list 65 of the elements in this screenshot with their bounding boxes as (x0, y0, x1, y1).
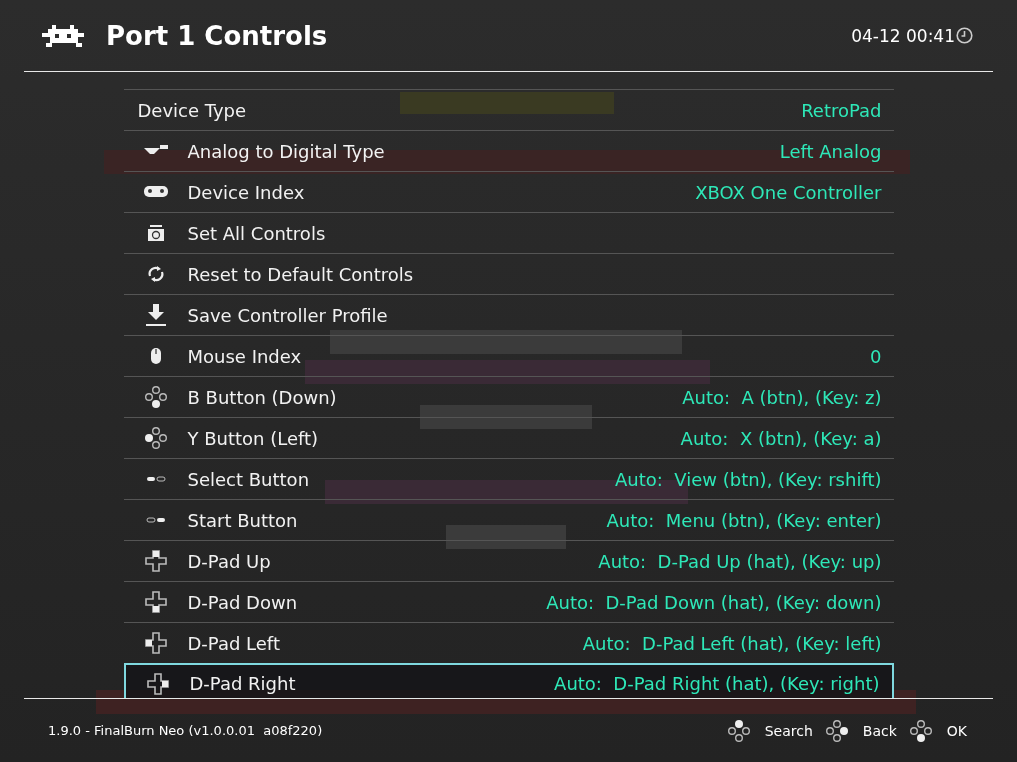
item-label: Set All Controls (187, 222, 326, 244)
item-label: D-Pad Left (187, 632, 280, 654)
item-value: Auto: View (btn), (Key: rshift) (614, 468, 882, 490)
dpad-icon (143, 590, 168, 614)
menu-item[interactable]: Save Controller Profile (123, 294, 894, 335)
gamepad-icon (142, 184, 169, 200)
item-value: Auto: Menu (btn), (Key: enter) (606, 509, 882, 531)
menu-item[interactable]: Mouse Index 0 (123, 335, 894, 376)
item-value: Auto: X (btn), (Key: a) (680, 427, 882, 449)
item-label: D-Pad Right (189, 673, 296, 694)
item-value: Auto: D-Pad Left (hat), (Key: left) (582, 632, 882, 654)
item-label: Save Controller Profile (187, 304, 388, 326)
hint-label: Search (764, 722, 813, 739)
item-label: D-Pad Up (187, 550, 271, 572)
menu-item[interactable]: Start Button Auto: Menu (btn), (Key: enter) (123, 499, 894, 540)
item-label: Y Button (Left) (187, 427, 319, 449)
gamepad-buttons-icon (143, 426, 168, 450)
small-buttons-icon (145, 476, 166, 482)
item-label: B Button (Down) (187, 386, 337, 408)
gamepad-buttons-icon (908, 718, 933, 743)
gamepad-buttons-icon (726, 718, 751, 743)
item-value: Auto: D-Pad Down (hat), (Key: down) (546, 591, 882, 613)
mouse-icon (149, 347, 162, 365)
clock-icon (956, 27, 973, 44)
dpad-icon (143, 631, 168, 655)
item-label: Select Button (187, 468, 310, 490)
download-icon (144, 303, 167, 327)
menu-item[interactable]: Analog to Digital Type Left Analog (123, 130, 894, 171)
controls-stack-icon (146, 224, 165, 242)
gamepad-buttons-icon (824, 718, 849, 743)
menu-item[interactable]: D-Pad Up Auto: D-Pad Up (hat), (Key: up) (123, 540, 894, 581)
menu-item[interactable]: Reset to Default Controls (123, 253, 894, 294)
item-label: Device Type (137, 99, 247, 121)
item-value: Auto: A (btn), (Key: z) (682, 386, 882, 408)
menu-item[interactable]: Select Button Auto: View (btn), (Key: rshift) (123, 458, 894, 499)
gamepad-buttons-icon (143, 385, 168, 409)
version-text: 1.9.0 - FinalBurn Neo (v1.0.0.01 a08f220) (48, 723, 324, 738)
invader-logo-icon (42, 24, 84, 47)
menu-item[interactable]: Y Button (Left) Auto: X (btn), (Key: a) (123, 417, 894, 458)
item-label: Analog to Digital Type (187, 140, 385, 162)
clock: 04-12 00:41 (851, 25, 955, 46)
item-value: 0 (870, 345, 882, 367)
item-label: D-Pad Down (187, 591, 298, 613)
screen-title: Port 1 Controls (106, 20, 329, 51)
menu-item[interactable]: Device Index XBOX One Controller (123, 171, 894, 212)
item-label: Device Index (187, 181, 305, 203)
item-value: Auto: D-Pad Up (hat), (Key: up) (598, 550, 882, 572)
item-value: Left Analog (779, 140, 882, 162)
hint-label: Back (862, 722, 897, 739)
item-label: Mouse Index (187, 345, 302, 367)
menu-item[interactable]: D-Pad Right Auto: D-Pad Right (hat), (Key: right) (123, 663, 894, 698)
item-value: XBOX One Controller (695, 181, 882, 203)
reset-icon (145, 264, 166, 284)
dpad-icon (143, 549, 168, 573)
item-value: Auto: D-Pad Right (hat), (Key: right) (554, 673, 880, 694)
small-buttons-icon (145, 517, 166, 523)
menu-item[interactable]: D-Pad Down Auto: D-Pad Down (hat), (Key: down) (123, 581, 894, 622)
menu-item[interactable]: Set All Controls (123, 212, 894, 253)
menu-item[interactable]: Device Type RetroPad (123, 89, 894, 130)
item-label: Reset to Default Controls (187, 263, 414, 285)
dpad-icon (145, 671, 170, 696)
item-value: RetroPad (801, 99, 882, 121)
hint-label: OK (946, 722, 967, 739)
menu-item[interactable]: B Button (Down) Auto: A (btn), (Key: z) (123, 376, 894, 417)
item-label: Start Button (187, 509, 298, 531)
